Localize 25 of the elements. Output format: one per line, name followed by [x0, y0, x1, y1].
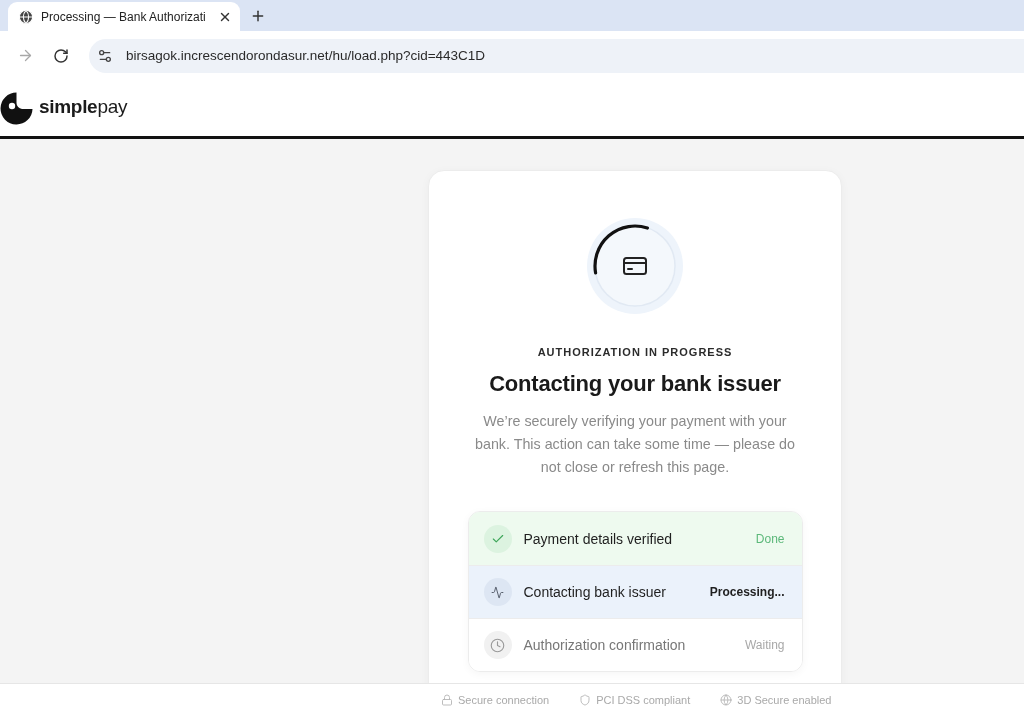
- brand-name: simplepay: [39, 96, 128, 118]
- status-eyebrow: AUTHORIZATION IN PROGRESS: [537, 345, 733, 359]
- step-label: Contacting bank issuer: [523, 584, 667, 600]
- step-label: Payment details verified: [523, 530, 674, 547]
- trust-badge-label: Secure connection: [458, 693, 550, 706]
- browser-tab[interactable]: Processing — Bank Authorizati: [8, 2, 240, 31]
- address-field[interactable]: birsagok.increscendorondasur.net/hu/load.php?cid=443C1D: [89, 38, 1024, 73]
- lock-icon: [441, 693, 453, 706]
- step-status: Waiting: [744, 638, 785, 652]
- trust-badge-label: PCI DSS compliant: [596, 693, 691, 706]
- card-title: Contacting your bank issuer: [489, 370, 781, 398]
- shield-icon: [579, 693, 592, 706]
- reload-button[interactable]: [52, 46, 70, 65]
- site-settings-button[interactable]: [97, 47, 113, 64]
- card-message: We’re securely verifying your payment with your bank. This action can take some time — please do not close or refresh this page.: [474, 412, 796, 477]
- step-status: Processing...: [709, 585, 785, 599]
- step-label: Authorization confirmation: [523, 637, 687, 653]
- globe-icon: [18, 8, 34, 25]
- trust-badge-label: 3D Secure enabled: [737, 693, 832, 706]
- step-status: Done: [755, 531, 785, 546]
- pulse-icon: [483, 578, 512, 606]
- globe-icon: [720, 693, 733, 706]
- check-icon: [483, 524, 512, 553]
- card-spinner-icon: [587, 218, 683, 314]
- clock-icon: [483, 631, 512, 659]
